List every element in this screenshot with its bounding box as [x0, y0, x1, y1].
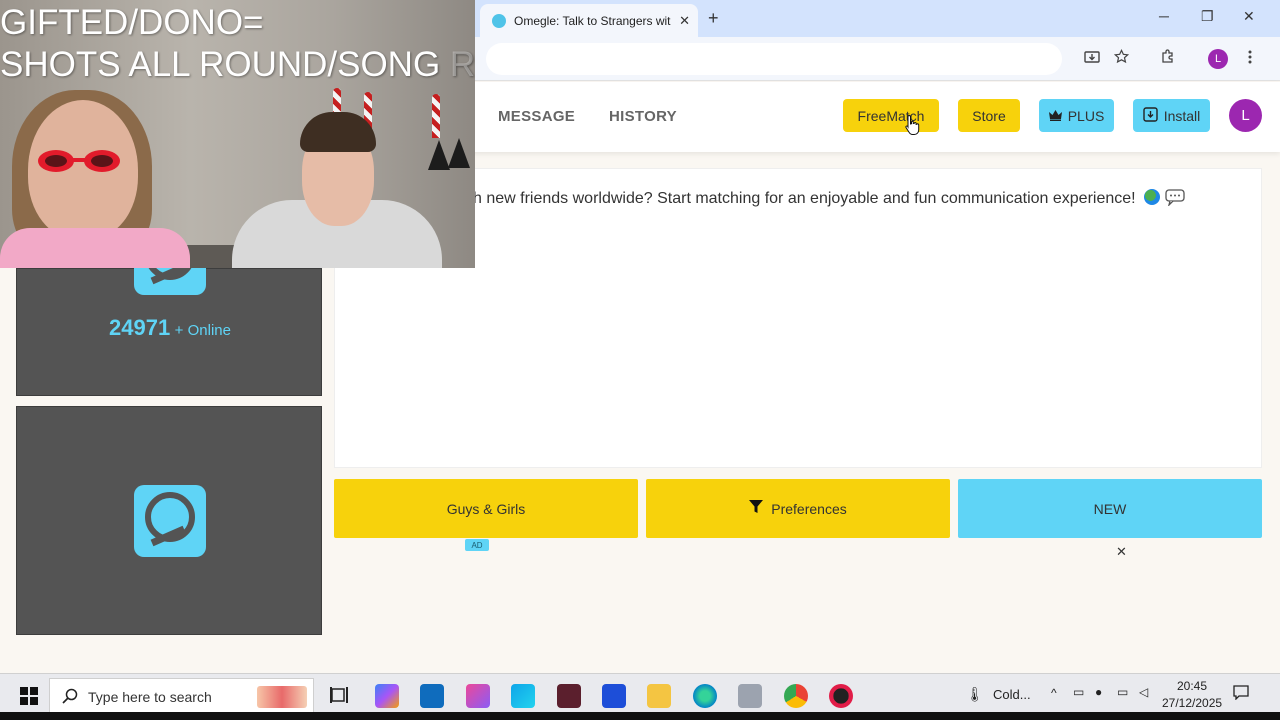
outlook-app-icon[interactable]	[420, 684, 444, 708]
online-label: + Online	[174, 322, 231, 339]
clock-date[interactable]: 27/12/2025	[1162, 696, 1222, 710]
welcome-message: ith new friends worldwide? Start matchin…	[465, 189, 1185, 208]
new-chat-button[interactable]: NEW	[958, 479, 1262, 538]
online-count: 24971	[109, 315, 171, 340]
globe-emoji-icon	[1144, 189, 1161, 205]
online-panel: 24971 + Online	[16, 223, 323, 396]
browser-tab-omegle[interactable]: Omegle: Talk to Strangers with ✕	[480, 4, 698, 37]
gender-filter-label: Guys & Girls	[446, 500, 526, 517]
microsoft-store-icon[interactable]	[602, 684, 626, 708]
extensions-icon[interactable]	[1160, 49, 1176, 69]
volume-icon[interactable]: ◁	[1139, 685, 1148, 699]
overlay-line-1: GIFTED/DONO=	[0, 3, 264, 42]
stream-overlay-text: GIFTED/DONO= SHOTS ALL ROUND/SONG REQ	[0, 2, 475, 86]
speech-bubble-emoji-icon	[1164, 189, 1185, 208]
welcome-text: ith new friends worldwide? Start matchin…	[465, 190, 1136, 207]
nav-history[interactable]: HISTORY	[609, 108, 677, 125]
store-label: Store	[972, 107, 1006, 124]
clock-time[interactable]: 20:45	[1177, 679, 1207, 693]
person-left-shirt	[0, 228, 190, 268]
edge-browser-icon[interactable]	[693, 684, 717, 708]
nav-message[interactable]: MESSAGE	[498, 108, 575, 125]
candy-cane-decoration-icon	[432, 94, 440, 138]
display-icon[interactable]: ▭	[1117, 685, 1128, 699]
obs-app-icon[interactable]	[829, 684, 853, 708]
close-window-button[interactable]: ✕	[1243, 8, 1255, 25]
search-highlight-calendar-icon	[257, 686, 307, 708]
mouse-cursor-icon	[904, 114, 920, 141]
tab-title: Omegle: Talk to Strangers with	[514, 13, 672, 28]
gender-filter-button[interactable]: Guys & Girls	[334, 479, 638, 538]
store-button[interactable]: Store	[958, 99, 1020, 132]
address-bar[interactable]	[486, 43, 1062, 75]
taskbar-search-placeholder: Type here to search	[88, 689, 212, 705]
task-view-icon[interactable]	[329, 684, 353, 708]
dolphin-app-icon[interactable]	[511, 684, 535, 708]
search-icon	[62, 688, 78, 707]
taskbar-search-box[interactable]: Type here to search	[49, 678, 314, 716]
media-app-icon[interactable]	[557, 684, 581, 708]
copilot-app-icon[interactable]	[375, 684, 399, 708]
network-icon[interactable]: ▭	[1073, 685, 1084, 699]
windows-start-icon[interactable]	[20, 687, 38, 705]
install-button[interactable]: Install	[1133, 99, 1210, 132]
red-glasses-icon	[38, 150, 120, 172]
freematch-button[interactable]: FreeMatch	[843, 99, 939, 132]
preferences-label: Preferences	[771, 500, 847, 517]
photos-app-icon[interactable]	[738, 684, 762, 708]
filter-icon	[749, 500, 764, 517]
install-label: Install	[1163, 107, 1201, 124]
tree-decoration-icon	[428, 140, 450, 170]
crown-icon	[1048, 108, 1062, 124]
install-app-icon[interactable]	[1084, 49, 1100, 69]
new-tab-button[interactable]: +	[708, 8, 719, 29]
user-avatar[interactable]: L	[1229, 99, 1262, 132]
menu-icon[interactable]	[1247, 49, 1253, 69]
webcam-overlay: GIFTED/DONO= SHOTS ALL ROUND/SONG REQ	[0, 0, 475, 268]
overlay-line-2: SHOTS ALL ROUND/SONG	[0, 45, 441, 84]
notifications-icon[interactable]	[1233, 684, 1249, 703]
preferences-button[interactable]: Preferences	[646, 479, 950, 538]
file-explorer-icon[interactable]	[647, 684, 671, 708]
restore-button[interactable]: ❐	[1201, 8, 1214, 25]
overlay-line-2-faded: REQ	[449, 45, 475, 84]
plus-button[interactable]: PLUS	[1039, 99, 1114, 132]
weather-icon[interactable]: 🌡	[966, 686, 984, 703]
star-icon[interactable]	[1113, 48, 1130, 68]
tree-decoration-icon	[448, 138, 470, 168]
browser-profile-avatar[interactable]: L	[1208, 49, 1228, 69]
ad-badge: AD	[465, 539, 489, 551]
online-counter: 24971 + Online	[17, 315, 323, 341]
game-controller-app-icon[interactable]	[466, 684, 490, 708]
plus-label: PLUS	[1067, 107, 1105, 124]
omegle-logo-icon	[132, 483, 208, 559]
minimize-button[interactable]: ─	[1159, 8, 1169, 24]
chevron-up-icon[interactable]: ^	[1051, 686, 1057, 700]
download-icon	[1143, 106, 1158, 125]
partner-video-panel	[16, 406, 322, 635]
omegle-favicon-icon	[492, 13, 506, 28]
close-ad-icon[interactable]: ✕	[1116, 544, 1127, 560]
new-chat-label: NEW	[1093, 500, 1127, 517]
screen-bottom-border	[0, 712, 1280, 720]
weather-text[interactable]: Cold...	[993, 687, 1031, 702]
chrome-browser-icon[interactable]	[784, 684, 808, 708]
tab-close-icon[interactable]: ✕	[679, 13, 690, 29]
microphone-icon[interactable]: ●	[1095, 685, 1102, 699]
